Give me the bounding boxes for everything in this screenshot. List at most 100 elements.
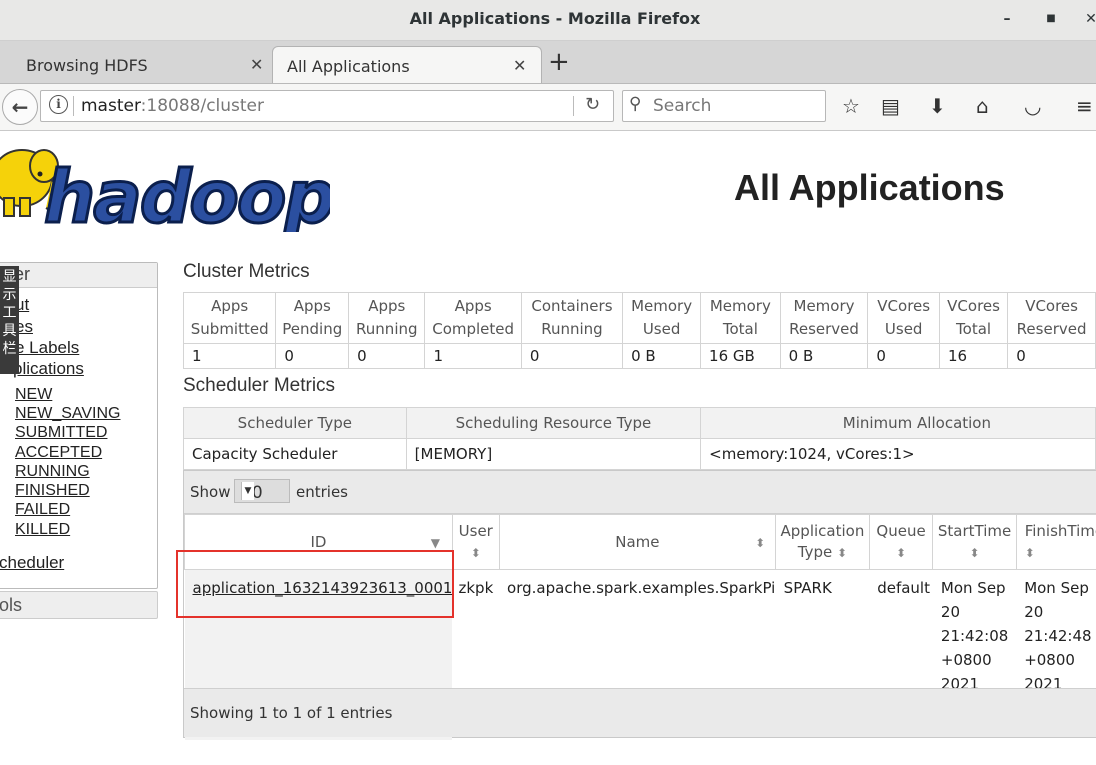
column-header-finishtime[interactable]: FinishTime ⬍ [1015, 514, 1096, 570]
metric-value: 1 [182, 343, 277, 369]
maximize-button[interactable]: ■ [1040, 8, 1062, 30]
metric-header: Apps Running [348, 292, 426, 344]
menu-icon[interactable]: ≡ [1076, 94, 1093, 118]
sort-icon: ⬍ [896, 545, 907, 560]
finish-line: 20 [1024, 603, 1044, 621]
column-header: Minimum Allocation [700, 407, 1096, 439]
window-title: All Applications - Mozilla Firefox [409, 9, 701, 28]
logo-wordmark: hadoop [44, 155, 330, 232]
metric-value: 0 [520, 343, 624, 369]
metric-value: 0 [275, 343, 350, 369]
sort-icon: ⬍ [1024, 545, 1035, 560]
sidebar-tools-header[interactable]: ols [0, 591, 158, 619]
column-header-queue[interactable]: Queue ⬍ [868, 514, 934, 570]
divider [73, 96, 74, 116]
metric-header: Apps Submitted [182, 292, 277, 344]
minimize-button[interactable]: – [996, 8, 1018, 30]
star-icon[interactable]: ☆ [842, 94, 860, 118]
tab-label: Browsing HDFS [26, 56, 148, 75]
metric-header: Apps Pending [275, 292, 350, 344]
sidebar-state-running[interactable]: RUNNING [15, 463, 90, 481]
tab-label: All Applications [287, 57, 410, 76]
metric-header-line: Apps [454, 297, 492, 315]
metric-header-line: Completed [432, 320, 515, 338]
navigation-toolbar: ← i master:18088/cluster ↻ ⚲ Search ☆ ▤ … [0, 84, 1096, 131]
column-header-type[interactable]: Application Type ⬍ [775, 514, 870, 570]
tab-browsing-hdfs[interactable]: Browsing HDFS ✕ [0, 46, 270, 83]
url-bar[interactable]: i master:18088/cluster ↻ [40, 90, 614, 122]
sidebar-state-new[interactable]: NEW [15, 386, 52, 404]
home-icon[interactable]: ⌂ [976, 94, 989, 118]
metric-header-line: VCores [1025, 297, 1078, 315]
sidebar-link-applications[interactable]: plications [13, 359, 84, 379]
chevron-down-icon: ▼ [241, 482, 254, 500]
ime-toolbar[interactable]: 显 示 工 具 栏 [0, 266, 19, 374]
column-header-label: Application Type [780, 521, 865, 561]
minimum-allocation-value: <memory:1024, vCores:1> [700, 438, 1096, 470]
column-header: Scheduler Type [183, 407, 407, 439]
finish-line: +0800 [1024, 651, 1075, 669]
cluster-metrics-title: Cluster Metrics [183, 261, 310, 282]
info-icon[interactable]: i [49, 95, 68, 114]
sidebar-header[interactable]: ter [0, 263, 157, 288]
url-text[interactable]: master:18088/cluster [81, 96, 264, 116]
metric-header-line: Apps [293, 297, 331, 315]
reload-icon[interactable]: ↻ [585, 94, 600, 115]
sidebar-state-new-saving[interactable]: NEW_SAVING [15, 405, 121, 423]
ime-char: 栏 [2, 341, 17, 357]
column-header-label: User [458, 521, 493, 540]
sidebar-state-failed[interactable]: FAILED [15, 501, 70, 519]
column-header-user[interactable]: User ⬍ [451, 514, 500, 570]
metric-value: 0 B [622, 343, 702, 369]
metric-value: 0 [867, 343, 940, 369]
column-header: Scheduling Resource Type [405, 407, 702, 439]
metric-value: 0 [1007, 343, 1096, 369]
scheduler-type-value: Capacity Scheduler [183, 438, 407, 470]
ime-char: 具 [2, 323, 17, 339]
sidebar-state-finished[interactable]: FINISHED [15, 482, 90, 500]
finish-line: Mon Sep [1024, 579, 1089, 597]
table-info-bar: Showing 1 to 1 of 1 entries [184, 688, 1096, 737]
download-icon[interactable]: ⬇ [929, 94, 946, 118]
tab-close-icon[interactable]: ✕ [513, 56, 526, 75]
tab-close-icon[interactable]: ✕ [250, 55, 263, 74]
metric-header: VCores Reserved [1007, 292, 1096, 344]
metric-header-line: Running [356, 320, 418, 338]
sidebar-link-scheduler[interactable]: cheduler [0, 553, 64, 573]
metric-header: VCores Used [867, 292, 940, 344]
sidebar-state-submitted[interactable]: SUBMITTED [15, 424, 107, 442]
tab-all-applications[interactable]: All Applications ✕ [272, 46, 542, 83]
metric-header: Memory Reserved [779, 292, 869, 344]
sidebar-link-node-labels[interactable]: e Labels [15, 338, 79, 358]
pocket-icon[interactable]: ◡ [1024, 94, 1041, 118]
cluster-metrics-table: Apps Submitted Apps Pending Apps Running Apps C… [182, 292, 1096, 369]
sidebar-state-killed[interactable]: KILLED [15, 521, 70, 539]
back-button[interactable]: ← [2, 89, 38, 125]
sidebar-state-accepted[interactable]: ACCEPTED [15, 444, 102, 462]
new-tab-button[interactable]: + [548, 47, 570, 77]
start-line: 20 [940, 603, 960, 621]
metric-header-line: Memory [793, 297, 855, 315]
metric-header-line: Containers [531, 297, 613, 315]
metric-header: Containers Running [520, 292, 624, 344]
metric-header-line: Submitted [190, 320, 269, 338]
column-header-starttime[interactable]: StartTime ⬍ [932, 514, 1017, 570]
search-icon: ⚲ [629, 94, 642, 114]
search-input[interactable]: ⚲ Search [622, 90, 826, 122]
column-header-label: ID [310, 532, 327, 551]
finish-line: 21:42:48 [1024, 627, 1092, 645]
metric-value: 0 [348, 343, 426, 369]
metric-header-line: Pending [282, 320, 343, 338]
column-header-name[interactable]: Name ⬍ [498, 514, 777, 570]
reading-list-icon[interactable]: ▤ [881, 94, 900, 118]
close-window-button[interactable]: ✕ [1080, 8, 1096, 30]
entries-label: entries [296, 483, 348, 501]
metric-header-line: Used [642, 320, 681, 338]
metric-header-line: Apps [211, 297, 249, 315]
ime-char: 工 [2, 305, 17, 321]
column-header-label: FinishTime [1024, 521, 1096, 540]
url-host: master [81, 96, 141, 116]
hadoop-logo: hadoop [0, 149, 330, 232]
metric-value: 0 B [779, 343, 869, 369]
page-size-select[interactable]: 20 ▼ [234, 479, 290, 503]
